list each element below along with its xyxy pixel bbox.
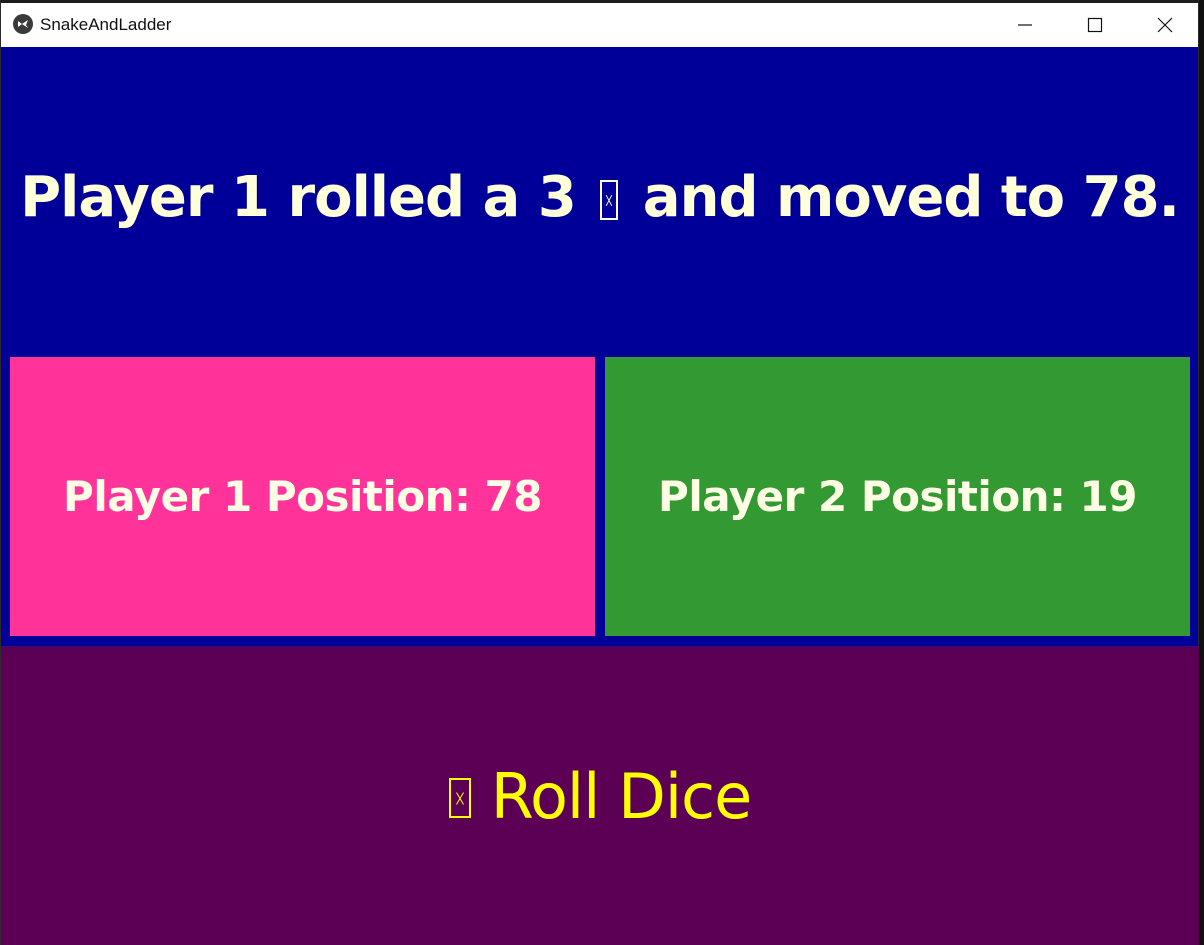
app-window: SnakeAndLadder Player 1 rolled a 3 and m… [0, 0, 1199, 945]
status-area: Player 1 rolled a 3 and moved to 78. [1, 47, 1198, 347]
status-message: Player 1 rolled a 3 and moved to 78. [20, 164, 1180, 230]
roll-dice-button[interactable]: Roll Dice [1, 646, 1199, 945]
title-bar[interactable]: SnakeAndLadder [1, 0, 1198, 47]
close-button[interactable] [1130, 3, 1200, 47]
roll-dice-label: Roll Dice [490, 759, 753, 833]
player-2-panel: Player 2 Position: 19 [605, 357, 1190, 636]
missing-glyph-icon [600, 179, 619, 220]
status-message-end: and moved to 78. [642, 164, 1180, 230]
dice-icon [448, 778, 471, 818]
minimize-icon [1018, 24, 1032, 26]
player-1-position: Player 1 Position: 78 [63, 472, 542, 521]
player-2-position: Player 2 Position: 19 [658, 472, 1137, 521]
minimize-button[interactable] [990, 3, 1060, 47]
maximize-icon [1087, 17, 1103, 33]
window-title: SnakeAndLadder [40, 15, 172, 34]
kivy-logo-icon [13, 14, 33, 34]
player-1-panel: Player 1 Position: 78 [10, 357, 595, 636]
desktop-edge [1199, 0, 1204, 945]
close-icon [1157, 17, 1173, 33]
maximize-button[interactable] [1060, 3, 1130, 47]
status-message-start: Player 1 rolled a 3 [20, 164, 577, 230]
